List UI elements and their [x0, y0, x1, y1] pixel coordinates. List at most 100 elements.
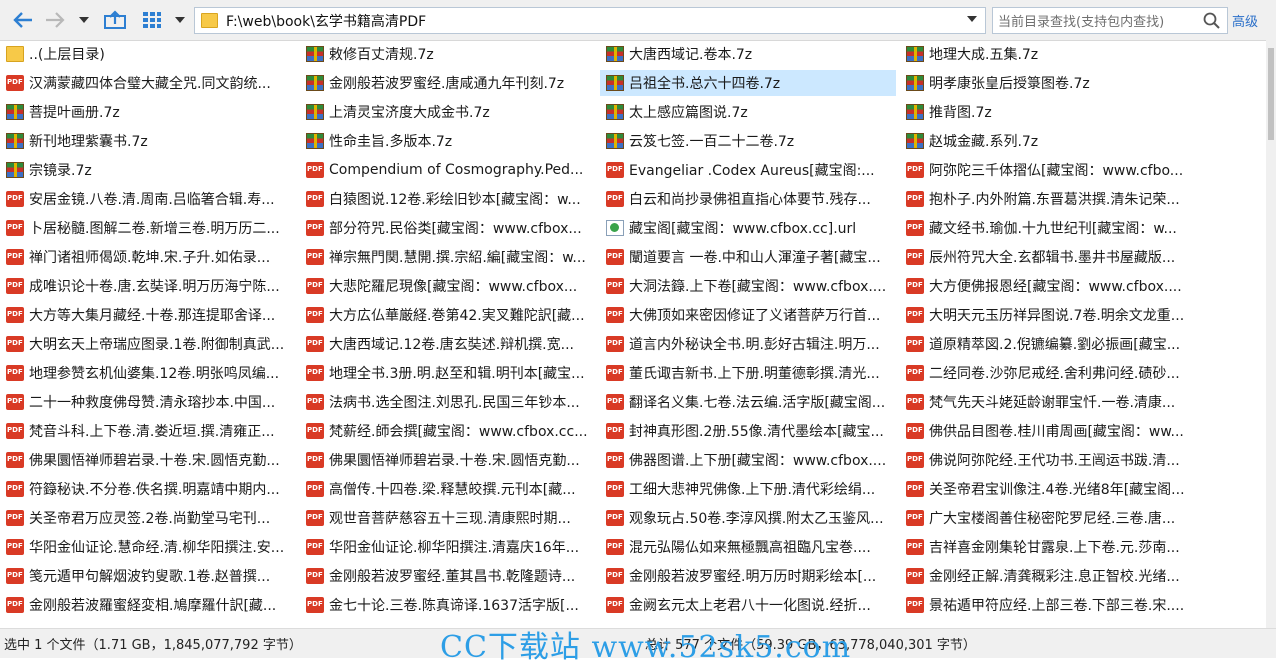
file-item[interactable]: 地理大成.五集.7z — [900, 41, 1196, 67]
file-item[interactable]: 观象玩占.50卷.李淳风撰.附太乙玉鉴风... — [600, 505, 896, 531]
file-item[interactable]: 金刚般若波羅蜜経変相.鳩摩羅什訳[藏... — [0, 592, 296, 618]
file-item[interactable]: 太上感应篇图说.7z — [600, 99, 896, 125]
file-item[interactable]: 二经同卷.沙弥尼戒经.舍利弗问经.碛砂... — [900, 360, 1196, 386]
file-item[interactable]: 阿弥陀三千体摺仏[藏宝阁：www.cfbo... — [900, 157, 1196, 183]
file-item[interactable]: 闡道要言 一卷.中和山人渾潼子著[藏宝... — [600, 244, 896, 270]
file-item[interactable]: 明孝康张皇后授箓图卷.7z — [900, 70, 1196, 96]
file-list[interactable]: ..(上层目录) 敕修百丈清规.7z 大唐西域记.卷本.7z 地理大成.五集.7z 汉满… — [0, 40, 1266, 628]
file-item[interactable]: 白云和尚抄录佛祖直指心体要节.残存... — [600, 186, 896, 212]
file-item[interactable]: 大唐西域记.12卷.唐玄奘述.辩机撰.宽... — [300, 331, 596, 357]
advanced-search-link[interactable]: 高级 — [1232, 11, 1258, 30]
file-item[interactable]: 符籙秘诀.不分卷.佚名撰.明嘉靖中期内... — [0, 476, 296, 502]
file-item[interactable]: 高僧传.十四卷.梁.释慧皎撰.元刊本[藏... — [300, 476, 596, 502]
file-item[interactable]: 金刚般若波罗蜜经.唐咸通九年刊刻.7z — [300, 70, 596, 96]
archive-icon — [606, 104, 624, 120]
file-item[interactable]: 大方便佛报恩经[藏宝阁：www.cfbox.... — [900, 273, 1196, 299]
file-item[interactable]: 抱朴子.内外附篇.东晋葛洪撰.清朱记荣... — [900, 186, 1196, 212]
file-item[interactable]: 道原精萃図.2.倪镳编纂.劉必振画[藏宝... — [900, 331, 1196, 357]
file-item[interactable]: 宗镜录.7z — [0, 157, 296, 183]
view-mode-button[interactable] — [138, 6, 166, 34]
file-item[interactable]: 景祐遁甲符应经.上部三卷.下部三卷.宋.... — [900, 592, 1196, 618]
file-item[interactable]: 梵气先天斗姥延龄谢罪宝忏.一卷.清康... — [900, 389, 1196, 415]
file-item[interactable]: 性命圭旨.多版本.7z — [300, 128, 596, 154]
file-item[interactable]: 地理参赞玄机仙婆集.12卷.明张鸣凤编... — [0, 360, 296, 386]
file-item[interactable]: 梵音斗科.上下卷.清.娄近垣.撰.清雍正... — [0, 418, 296, 444]
file-item[interactable]: 关圣帝君宝训像注.4卷.光绪8年[藏宝阁... — [900, 476, 1196, 502]
file-name: 梵薪经.師会撰[藏宝阁：www.cfbox.cc... — [329, 424, 588, 440]
file-item[interactable]: 董氏诹吉新书.上下册.明董德彰撰.清光... — [600, 360, 896, 386]
file-item[interactable]: 佛说阿弥陀经.王代功书.王闿运书跋.清... — [900, 447, 1196, 473]
file-name: 翻译名义集.七卷.法云编.活字版[藏宝阁... — [629, 395, 886, 411]
file-item[interactable]: 吉祥喜金刚集轮甘露泉.上下卷.元.莎南... — [900, 534, 1196, 560]
file-item[interactable]: 法病书.选全图注.刘思孔.民国三年钞本... — [300, 389, 596, 415]
file-item[interactable]: 成唯识论十卷.唐.玄奘译.明万历海宁陈... — [0, 273, 296, 299]
file-item[interactable]: 佛果圜悟禅师碧岩录.十卷.宋.圆悟克勤... — [300, 447, 596, 473]
file-item[interactable]: 大佛顶如来密因修证了义诸菩萨万行首... — [600, 302, 896, 328]
file-item[interactable]: 笺元遁甲句解烟波钓叟歌.1卷.赵普撰... — [0, 563, 296, 589]
file-item[interactable]: 汉满蒙藏四体合璧大藏全咒.同文韵统... — [0, 70, 296, 96]
file-name: 赵城金藏.系列.7z — [929, 134, 1039, 150]
search-box[interactable]: 当前目录查找(支持包内查找) — [992, 7, 1228, 34]
file-item[interactable]: 佛供品目图卷.桂川甫周画[藏宝阁：ww... — [900, 418, 1196, 444]
search-input[interactable]: 当前目录查找(支持包内查找) — [998, 11, 1203, 30]
file-item[interactable]: 金刚般若波罗蜜经.明万历时期彩绘本[... — [600, 563, 896, 589]
file-item[interactable]: 藏宝阁[藏宝阁：www.cfbox.cc].url — [600, 215, 896, 241]
file-item[interactable]: 梵薪经.師会撰[藏宝阁：www.cfbox.cc... — [300, 418, 596, 444]
file-item[interactable]: 道言内外秘诀全书.明.彭好古辑注.明万... — [600, 331, 896, 357]
file-item[interactable]: 敕修百丈清规.7z — [300, 41, 596, 67]
file-item[interactable]: 大明玄天上帝瑞应图录.1卷.附御制真武... — [0, 331, 296, 357]
file-item[interactable]: ..(上层目录) — [0, 41, 296, 67]
file-item[interactable]: 大方広仏華厳経.巻第42.実叉難陀訳[藏... — [300, 302, 596, 328]
file-item[interactable]: 云笈七签.一百二十二卷.7z — [600, 128, 896, 154]
file-item[interactable]: 华阳金仙证论.柳华阳撰注.清嘉庆16年... — [300, 534, 596, 560]
file-item[interactable]: 吕祖全书.总六十四卷.7z — [600, 70, 896, 96]
file-item[interactable]: 观世音菩萨慈容五十三现.清康熙时期... — [300, 505, 596, 531]
chevron-down-icon[interactable] — [967, 16, 977, 22]
file-item[interactable]: 辰州符咒大全.玄都辑书.墨井书屋藏版... — [900, 244, 1196, 270]
file-item[interactable]: 佛果圜悟禅师碧岩录.十卷.宋.圆悟克勤... — [0, 447, 296, 473]
address-path[interactable]: F:\web\book\玄学书籍高清PDF — [226, 11, 426, 31]
file-item[interactable]: 大悲陀羅尼現像[藏宝阁：www.cfbox... — [300, 273, 596, 299]
file-item[interactable]: 大明天元玉历祥异图说.7卷.明余文龙重... — [900, 302, 1196, 328]
file-item[interactable]: 大洞法籙.上下卷[藏宝阁：www.cfbox.... — [600, 273, 896, 299]
file-item[interactable]: Compendium of Cosmography.Ped... — [300, 157, 596, 183]
file-item[interactable]: 藏文经书.瑜伽.十九世纪刊[藏宝阁：w... — [900, 215, 1196, 241]
file-item[interactable]: 禅门诸祖师偈颂.乾坤.宋.子升.如佑录... — [0, 244, 296, 270]
file-item[interactable]: 卜居秘髓.图解二卷.新增三卷.明万历二... — [0, 215, 296, 241]
file-item[interactable]: 封神真形图.2册.55像.清代墨绘本[藏宝... — [600, 418, 896, 444]
file-item[interactable]: 华阳金仙证论.慧命经.清.柳华阳撰注.安... — [0, 534, 296, 560]
file-item[interactable]: 翻译名义集.七卷.法云编.活字版[藏宝阁... — [600, 389, 896, 415]
pdf-icon — [306, 365, 324, 381]
file-item[interactable]: 上清灵宝济度大成金书.7z — [300, 99, 596, 125]
file-item[interactable]: 安居金镜.八卷.清.周南.吕临箸合辑.寿... — [0, 186, 296, 212]
file-item[interactable]: 地理全书.3册.明.赵至和辑.明刊本[藏宝... — [300, 360, 596, 386]
file-item[interactable]: 金七十论.三卷.陈真谛译.1637活字版[... — [300, 592, 596, 618]
file-item[interactable]: 广大宝楼阁善住秘密陀罗尼经.三卷.唐... — [900, 505, 1196, 531]
file-item[interactable]: 工细大悲神咒佛像.上下册.清代彩绘绢... — [600, 476, 896, 502]
file-item[interactable]: 赵城金藏.系列.7z — [900, 128, 1196, 154]
file-item[interactable]: 金阙玄元太上老君八十一化图说.经折... — [600, 592, 896, 618]
file-item[interactable]: 大方等大集月藏经.十卷.那连提耶舍译... — [0, 302, 296, 328]
view-mode-dropdown[interactable] — [170, 6, 190, 34]
file-item[interactable]: 佛器图谱.上下册[藏宝阁：www.cfbox.... — [600, 447, 896, 473]
up-folder-button[interactable] — [98, 6, 132, 34]
file-item[interactable]: 新刊地理紫囊书.7z — [0, 128, 296, 154]
file-item[interactable]: 大唐西域记.卷本.7z — [600, 41, 896, 67]
file-item[interactable]: 关圣帝君万应灵签.2卷.尚勤堂马宅刊... — [0, 505, 296, 531]
file-item[interactable]: 推背图.7z — [900, 99, 1196, 125]
back-button[interactable] — [8, 6, 38, 34]
file-item[interactable]: 白猿图说.12卷.彩绘旧钞本[藏宝阁：w... — [300, 186, 596, 212]
file-item[interactable]: Evangeliar .Codex Aureus[藏宝阁:... — [600, 157, 896, 183]
file-item[interactable]: 混元弘陽仏如来無極飄高祖臨凡宝巻.... — [600, 534, 896, 560]
history-dropdown[interactable] — [74, 6, 94, 34]
file-item[interactable]: 部分符咒.民俗类[藏宝阁：www.cfbox... — [300, 215, 596, 241]
file-item[interactable]: 二十一种救度佛母赞.清永瑢抄本.中国... — [0, 389, 296, 415]
search-icon[interactable] — [1203, 12, 1221, 30]
scrollbar-thumb[interactable] — [1268, 48, 1274, 140]
file-item[interactable]: 菩提叶画册.7z — [0, 99, 296, 125]
file-item[interactable]: 金刚般若波罗蜜经.董其昌书.乾隆题诗... — [300, 563, 596, 589]
forward-button[interactable] — [42, 6, 68, 34]
address-bar[interactable]: F:\web\book\玄学书籍高清PDF — [194, 7, 986, 34]
file-item[interactable]: 禅宗無門関.慧開.撰.宗紹.編[藏宝阁：w... — [300, 244, 596, 270]
file-item[interactable]: 金刚经正解.清龚穊彩注.息正智校.光绪... — [900, 563, 1196, 589]
